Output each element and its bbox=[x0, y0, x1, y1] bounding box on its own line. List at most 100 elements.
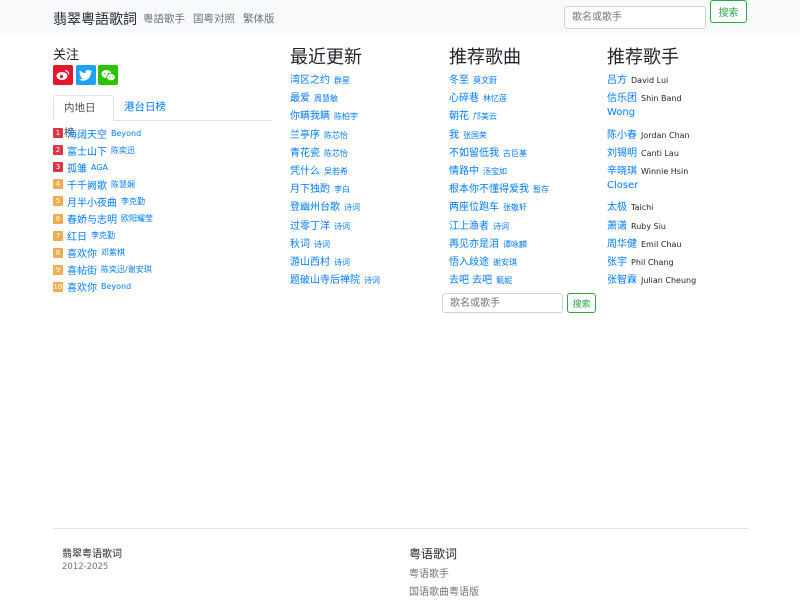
recent-song-link[interactable]: 月下独酌 bbox=[290, 180, 330, 195]
chart-song-link[interactable]: 月半小夜曲 bbox=[67, 194, 117, 209]
recent-artist-link[interactable]: 陈芯怡 bbox=[324, 130, 348, 141]
footer-link-singers[interactable]: 粤语歌手 bbox=[409, 565, 449, 580]
recent-item[interactable]: 过零丁洋 诗词 bbox=[290, 217, 350, 233]
wechat-icon[interactable] bbox=[98, 65, 118, 85]
singer-item[interactable]: Closer bbox=[607, 180, 638, 196]
tab-hktw-daily[interactable]: 港台日榜 bbox=[114, 95, 176, 121]
recent-song-link[interactable]: 最爱 bbox=[290, 89, 310, 104]
singer-name-link[interactable]: 周华健 bbox=[607, 235, 637, 250]
chart-song-link[interactable]: 喜欢你 bbox=[67, 245, 97, 260]
recommended-song-item[interactable]: 两座位跑车 张敬轩 bbox=[449, 198, 527, 214]
recommended-song-item[interactable]: 悟入歧途 谢安琪 bbox=[449, 253, 517, 269]
recommended-song-link[interactable]: 朝花 bbox=[449, 107, 469, 122]
singer-name-link[interactable]: 吕方 bbox=[607, 71, 627, 86]
recommended-artist-link[interactable]: 暂存 bbox=[533, 184, 549, 195]
singer-item[interactable]: 辛晓琪 Winnie Hsin bbox=[607, 162, 688, 178]
chart-item[interactable]: 6 春娇与志明 欧阳耀莹 bbox=[53, 211, 153, 227]
chart-artist-link[interactable]: 邓紫棋 bbox=[101, 247, 125, 258]
recommended-song-link[interactable]: 冬至 bbox=[449, 71, 469, 86]
chart-item[interactable]: 7 红日 李克勤 bbox=[53, 228, 115, 244]
recommended-song-link[interactable]: 我 bbox=[449, 126, 459, 141]
recommended-song-item[interactable]: 情路中 汤宝如 bbox=[449, 162, 507, 178]
recent-song-link[interactable]: 湾区之约 bbox=[290, 71, 330, 86]
recommended-song-item[interactable]: 根本你不懂得爱我 暂存 bbox=[449, 180, 549, 196]
chart-song-link[interactable]: 富士山下 bbox=[67, 143, 107, 158]
recommended-artist-link[interactable]: 古巨基 bbox=[503, 148, 527, 159]
recommended-song-item[interactable]: 冬至 莫文蔚 bbox=[449, 71, 497, 87]
chart-artist-link[interactable]: Beyond bbox=[101, 282, 131, 291]
recommended-song-item[interactable]: 去吧 去吧 甄妮 bbox=[449, 271, 512, 287]
footer-link-mandarin-cantonese[interactable]: 国语歌曲粤语版 bbox=[409, 583, 479, 598]
nav-link-compare[interactable]: 国粤对照 bbox=[193, 11, 235, 26]
singer-name-link[interactable]: 刘锡明 bbox=[607, 144, 637, 159]
singer-item[interactable]: 信乐团 Shin Band bbox=[607, 89, 682, 105]
chart-item[interactable]: 9 喜帖街 陈奕迅/谢安琪 bbox=[53, 262, 152, 278]
nav-link-traditional[interactable]: 繁体版 bbox=[243, 11, 275, 26]
weibo-icon[interactable] bbox=[53, 65, 73, 85]
recent-artist-link[interactable]: 李白 bbox=[334, 184, 350, 195]
recent-item[interactable]: 凭什么 吴若希 bbox=[290, 162, 348, 178]
singer-name-link[interactable]: 张宇 bbox=[607, 253, 627, 268]
recent-artist-link[interactable]: 群星 bbox=[334, 75, 350, 86]
chart-artist-link[interactable]: Beyond bbox=[111, 129, 141, 138]
recommended-song-item[interactable]: 再见亦是泪 谭咏麟 bbox=[449, 235, 527, 251]
nav-link-singers[interactable]: 粵語歌手 bbox=[143, 11, 185, 26]
recommended-artist-link[interactable]: 邝美云 bbox=[473, 111, 497, 122]
search-input[interactable] bbox=[564, 6, 706, 29]
recommended-song-link[interactable]: 两座位跑车 bbox=[449, 198, 499, 213]
recent-song-link[interactable]: 游山西村 bbox=[290, 253, 330, 268]
recent-item[interactable]: 最爱 周慧敏 bbox=[290, 89, 338, 105]
singer-item[interactable]: 陈小春 Jordan Chan bbox=[607, 126, 690, 142]
singer-item[interactable]: 萧潇 Ruby Siu bbox=[607, 217, 666, 233]
singer-name-link[interactable]: 萧潇 bbox=[607, 217, 627, 232]
singer-item[interactable]: 吕方 David Lui bbox=[607, 71, 668, 87]
singer-item[interactable]: 周华健 Emil Chau bbox=[607, 235, 681, 251]
twitter-icon[interactable] bbox=[76, 65, 96, 85]
recent-item[interactable]: 题破山寺后禅院 诗词 bbox=[290, 271, 380, 287]
recommended-artist-link[interactable]: 莫文蔚 bbox=[473, 75, 497, 86]
singer-name-link[interactable]: Closer bbox=[607, 180, 638, 191]
singer-name-link[interactable]: 信乐团 bbox=[607, 89, 637, 104]
recommended-song-item[interactable]: 我张国荣 bbox=[449, 126, 487, 142]
recommended-artist-link[interactable]: 谢安琪 bbox=[493, 257, 517, 268]
recent-song-link[interactable]: 过零丁洋 bbox=[290, 217, 330, 232]
recommended-song-link[interactable]: 心碎巷 bbox=[449, 89, 479, 104]
chart-artist-link[interactable]: 欧阳耀莹 bbox=[121, 213, 153, 224]
recent-item[interactable]: 青花瓷 陈芯怡 bbox=[290, 144, 348, 160]
chart-artist-link[interactable]: AGA bbox=[91, 163, 108, 172]
recent-artist-link[interactable]: 周慧敏 bbox=[314, 93, 338, 104]
recent-item[interactable]: 湾区之约 群星 bbox=[290, 71, 350, 87]
chart-item[interactable]: 5 月半小夜曲 李克勤 bbox=[53, 193, 145, 209]
recommended-artist-link[interactable]: 张国荣 bbox=[463, 130, 487, 141]
recent-item[interactable]: 月下独酌 李白 bbox=[290, 180, 350, 196]
chart-song-link[interactable]: 喜帖街 bbox=[67, 262, 97, 277]
singer-item[interactable]: 太极 Taichi bbox=[607, 198, 653, 214]
recommended-song-link[interactable]: 根本你不懂得爱我 bbox=[449, 180, 529, 195]
tab-mainland-daily[interactable]: 内地日榜 bbox=[53, 95, 114, 139]
recent-artist-link[interactable]: 陈柏宇 bbox=[334, 111, 358, 122]
recent-item[interactable]: 游山西村 诗词 bbox=[290, 253, 350, 269]
recent-item[interactable]: 你瞒我瞒 陈柏宇 bbox=[290, 107, 358, 123]
chart-artist-link[interactable]: 陈慧娴 bbox=[111, 179, 135, 190]
recent-artist-link[interactable]: 诗词 bbox=[344, 202, 360, 213]
chart-artist-link[interactable]: 陈奕迅 bbox=[111, 145, 135, 156]
chart-item[interactable]: 3 孤雏 AGA bbox=[53, 159, 108, 175]
recent-item[interactable]: 登幽州台歌 诗词 bbox=[290, 198, 360, 214]
recommended-artist-link[interactable]: 谭咏麟 bbox=[503, 239, 527, 250]
recent-artist-link[interactable]: 陈芯怡 bbox=[324, 148, 348, 159]
recent-song-link[interactable]: 凭什么 bbox=[290, 162, 320, 177]
recent-song-link[interactable]: 登幽州台歌 bbox=[290, 198, 340, 213]
singer-item[interactable]: 张宇 Phil Chang bbox=[607, 253, 674, 269]
chart-item[interactable]: 8 喜欢你 邓紫棋 bbox=[53, 245, 125, 261]
singer-name-link[interactable]: 张智霖 bbox=[607, 271, 637, 286]
chart-artist-link[interactable]: 李克勤 bbox=[121, 196, 145, 207]
search-button[interactable]: 搜索 bbox=[710, 0, 747, 23]
recent-artist-link[interactable]: 诗词 bbox=[364, 275, 380, 286]
chart-item[interactable]: 4 千千阙歌 陈慧娴 bbox=[53, 176, 135, 192]
chart-item[interactable]: 10 喜欢你 Beyond bbox=[53, 279, 131, 295]
song-search-input[interactable] bbox=[442, 293, 563, 313]
chart-song-link[interactable]: 千千阙歌 bbox=[67, 177, 107, 192]
recommended-song-link[interactable]: 江上渔者 bbox=[449, 217, 489, 232]
recommended-song-link[interactable]: 再见亦是泪 bbox=[449, 235, 499, 250]
chart-song-link[interactable]: 孤雏 bbox=[67, 160, 87, 175]
